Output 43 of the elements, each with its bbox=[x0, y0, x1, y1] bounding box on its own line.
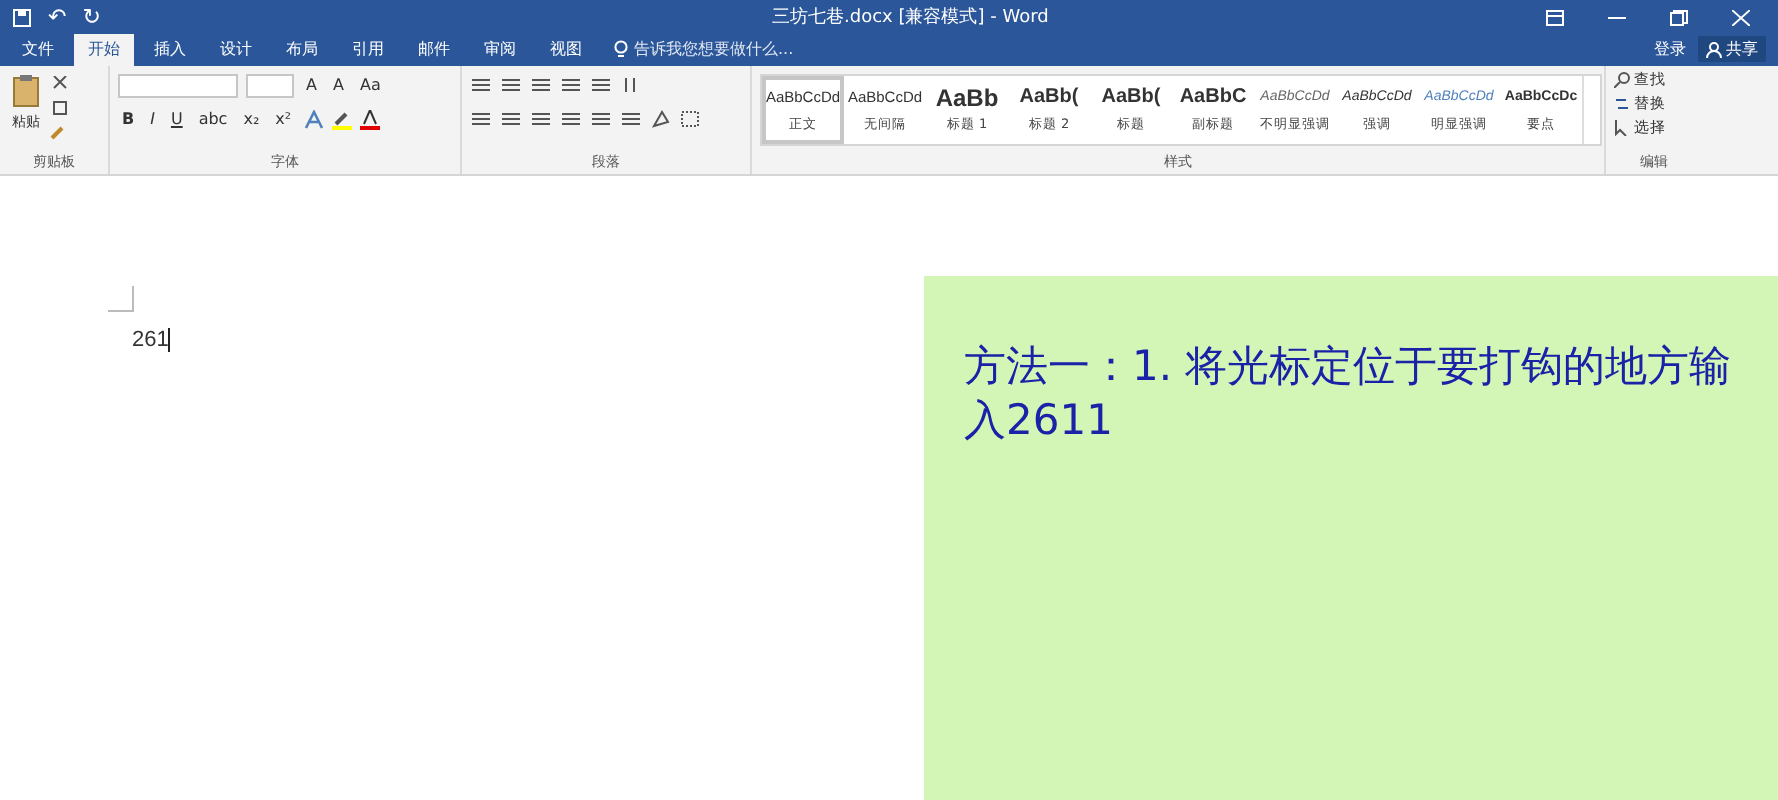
cursor-icon bbox=[1614, 120, 1630, 136]
font-format-button[interactable]: B bbox=[118, 110, 139, 128]
ribbon-tab[interactable]: 布局 bbox=[272, 34, 332, 66]
replace-icon bbox=[1614, 96, 1630, 112]
clipboard-icon bbox=[12, 74, 40, 108]
ribbon-tab[interactable]: 插入 bbox=[140, 34, 200, 66]
font-format-button[interactable]: A bbox=[302, 76, 321, 94]
text-cursor bbox=[168, 328, 171, 352]
share-button[interactable]: 共享 bbox=[1698, 36, 1766, 62]
lightbulb-icon bbox=[614, 40, 628, 58]
ribbon-tab[interactable]: 开始 bbox=[74, 34, 134, 66]
font-format-button[interactable]: A bbox=[328, 76, 348, 94]
font-size-field[interactable] bbox=[246, 73, 294, 97]
font-format-button[interactable]: x² bbox=[271, 110, 296, 128]
font-format-button[interactable]: x₂ bbox=[239, 110, 264, 128]
person-icon bbox=[1706, 41, 1722, 57]
font-format-button[interactable]: U bbox=[166, 110, 187, 128]
save-icon[interactable] bbox=[12, 7, 32, 27]
font-name-field[interactable] bbox=[118, 73, 238, 97]
caption-text: 方法一：1. 将光标定位于要打钩的地方输入2611 bbox=[964, 340, 1734, 448]
undo-button[interactable]: ↶ bbox=[48, 5, 67, 29]
tell-me-field[interactable]: 告诉我您想要做什么... bbox=[634, 38, 794, 60]
ribbon-tab[interactable]: 邮件 bbox=[404, 34, 464, 66]
font-format-button[interactable]: abc bbox=[194, 110, 232, 128]
ribbon-tab[interactable]: 文件 bbox=[8, 34, 68, 66]
highlighter-icon[interactable] bbox=[331, 109, 352, 129]
border-icon[interactable] bbox=[680, 110, 702, 128]
document-text: 261 bbox=[132, 328, 169, 352]
ribbon-tab[interactable]: 引用 bbox=[338, 34, 398, 66]
redo-button[interactable]: ↻ bbox=[82, 5, 101, 29]
font-color-icon[interactable] bbox=[359, 109, 380, 129]
search-icon bbox=[1614, 72, 1630, 88]
ribbon-display-icon[interactable] bbox=[1546, 9, 1564, 25]
font-format-button[interactable]: Aa bbox=[355, 76, 385, 94]
font-format-button[interactable]: I bbox=[146, 110, 159, 128]
ribbon-tab[interactable]: 视图 bbox=[536, 34, 596, 66]
sign-in-link[interactable]: 登录 bbox=[1654, 38, 1686, 60]
ribbon-tab[interactable]: 设计 bbox=[206, 34, 266, 66]
close-icon[interactable] bbox=[1732, 9, 1750, 25]
ribbon-tab[interactable]: 审阅 bbox=[470, 34, 530, 66]
text-effect-icon[interactable] bbox=[303, 109, 324, 129]
window-title: 三坊七巷.docx [兼容模式] - Word bbox=[772, 5, 1051, 30]
restore-icon[interactable] bbox=[1670, 9, 1688, 25]
